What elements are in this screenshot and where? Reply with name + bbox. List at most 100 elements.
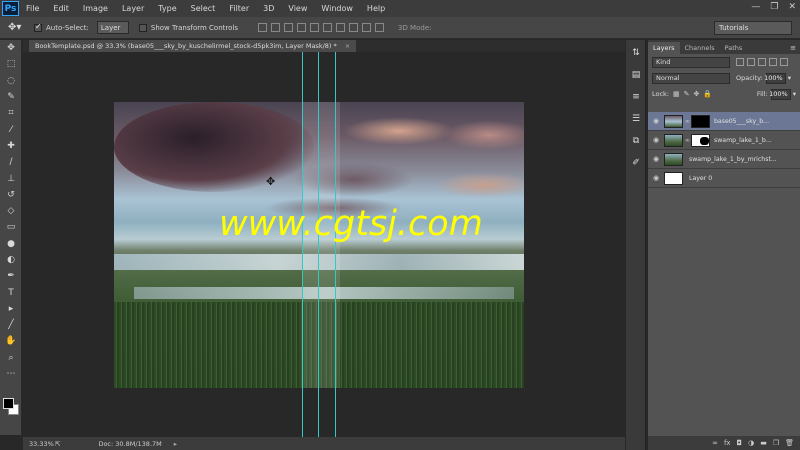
foreground-color-swatch[interactable] xyxy=(3,398,14,409)
menu-file[interactable]: File xyxy=(19,4,46,13)
tab-paths[interactable]: Paths xyxy=(720,42,748,54)
fx-icon[interactable]: fx xyxy=(724,439,731,447)
menu-view[interactable]: View xyxy=(281,4,314,13)
export-icon[interactable]: ⇱ xyxy=(55,440,60,448)
guide-line[interactable] xyxy=(318,52,319,437)
gradient-icon[interactable]: ▭ xyxy=(0,219,22,235)
type-icon[interactable]: T xyxy=(0,284,22,300)
hand-icon[interactable]: ✋ xyxy=(0,333,22,349)
eye-icon[interactable]: ◉ xyxy=(648,155,664,163)
history-panel-icon[interactable]: ⇅ xyxy=(626,44,646,62)
lock-all-icon[interactable]: 🔒 xyxy=(703,90,712,98)
adjustment-icon[interactable]: ◑ xyxy=(748,439,754,447)
align-left-icon[interactable] xyxy=(296,23,306,32)
adjustments-panel-icon[interactable]: ≡ xyxy=(626,88,646,106)
menu-image[interactable]: Image xyxy=(76,4,115,13)
menu-type[interactable]: Type xyxy=(151,4,183,13)
auto-select-dropdown[interactable]: Layer xyxy=(96,21,129,34)
canvas-area[interactable]: www.cgtsj.com ✥ xyxy=(23,52,625,437)
pen-icon[interactable]: ✒ xyxy=(0,268,22,284)
layer-mask-thumbnail[interactable] xyxy=(691,114,710,128)
auto-select-checkbox[interactable]: Auto-Select: xyxy=(34,22,89,32)
layer-row[interactable]: ◉ ∞ base05___sky_b... xyxy=(648,112,800,131)
tab-channels[interactable]: Channels xyxy=(680,42,720,54)
history-brush-icon[interactable]: ↺ xyxy=(0,187,22,203)
guide-line[interactable] xyxy=(335,52,336,437)
guide-line[interactable] xyxy=(302,52,303,437)
folder-icon[interactable]: ▬ xyxy=(760,439,767,447)
document-image[interactable] xyxy=(114,102,524,388)
eyedropper-icon[interactable]: ⁄ xyxy=(0,121,22,137)
line-icon[interactable]: ╱ xyxy=(0,317,22,333)
document-tab[interactable]: BookTemplate.psd @ 33.3% (base05___sky_b… xyxy=(29,40,357,52)
brush-icon[interactable]: ∕ xyxy=(0,154,22,170)
distribute-icon[interactable] xyxy=(348,23,358,32)
menu-help[interactable]: Help xyxy=(360,4,392,13)
opacity-input[interactable]: 100% xyxy=(764,72,786,84)
align-right-icon[interactable] xyxy=(322,23,332,32)
properties-panel-icon[interactable]: ☰ xyxy=(626,110,646,128)
smart-filter-icon[interactable] xyxy=(780,58,788,66)
workspace-dropdown[interactable]: Tutorials xyxy=(714,21,792,35)
eye-icon[interactable]: ◉ xyxy=(648,117,664,125)
clone-source-icon[interactable]: ⧉ xyxy=(626,132,646,150)
tab-layers[interactable]: Layers xyxy=(648,42,680,54)
crop-icon[interactable]: ⌗ xyxy=(0,105,22,121)
lock-pixels-icon[interactable]: ✎ xyxy=(684,90,690,98)
mask-icon[interactable]: ◘ xyxy=(737,439,743,447)
blend-mode-dropdown[interactable]: Normal xyxy=(652,72,730,84)
quick-select-icon[interactable]: ✎ xyxy=(0,89,22,105)
align-center-icon[interactable] xyxy=(309,23,319,32)
close-icon[interactable]: ✕ xyxy=(788,2,796,12)
eye-icon[interactable]: ◉ xyxy=(648,136,664,144)
status-menu-icon[interactable]: ▸ xyxy=(174,440,177,448)
eraser-icon[interactable]: ◇ xyxy=(0,203,22,219)
menu-filter[interactable]: Filter xyxy=(222,4,256,13)
distribute-icon[interactable] xyxy=(335,23,345,32)
chevron-down-icon[interactable]: ▾ xyxy=(793,90,796,98)
minimize-icon[interactable]: — xyxy=(751,2,760,12)
lock-position-icon[interactable]: ✥ xyxy=(694,90,700,98)
panel-menu-icon[interactable]: ≡ xyxy=(790,44,796,54)
actions-panel-icon[interactable]: ▤ xyxy=(626,66,646,84)
lock-transparent-icon[interactable]: ▦ xyxy=(673,90,680,98)
menu-3d[interactable]: 3D xyxy=(256,4,281,13)
move-icon[interactable]: ✥ xyxy=(0,40,22,56)
type-filter-icon[interactable] xyxy=(758,58,766,66)
layer-row[interactable]: ◉ ∞ swamp_lake_1_b... xyxy=(648,131,800,150)
new-layer-icon[interactable]: ❐ xyxy=(773,439,779,447)
menu-select[interactable]: Select xyxy=(184,4,223,13)
zoom-icon[interactable]: ⌕ xyxy=(0,350,22,366)
filter-kind-dropdown[interactable]: Kind xyxy=(652,56,730,68)
healing-icon[interactable]: ✚ xyxy=(0,138,22,154)
more-tools-icon[interactable]: ⋯ xyxy=(0,366,22,382)
align-top-icon[interactable] xyxy=(257,23,267,32)
close-tab-icon[interactable]: × xyxy=(345,42,350,50)
maximize-icon[interactable]: ❐ xyxy=(770,2,778,12)
lasso-icon[interactable]: ◌ xyxy=(0,73,22,89)
zoom-level[interactable]: 33.33% xyxy=(29,440,55,448)
blur-icon[interactable]: ● xyxy=(0,236,22,252)
menu-edit[interactable]: Edit xyxy=(46,4,76,13)
stamp-icon[interactable]: ⊥ xyxy=(0,170,22,186)
align-bottom-icon[interactable] xyxy=(283,23,293,32)
distribute-icon[interactable] xyxy=(361,23,371,32)
menu-window[interactable]: Window xyxy=(314,4,360,13)
marquee-icon[interactable]: ⬚ xyxy=(0,56,22,72)
layer-row[interactable]: ◉ swamp_lake_1_by_mrichst... xyxy=(648,150,800,169)
align-middle-icon[interactable] xyxy=(270,23,280,32)
eye-icon[interactable]: ◉ xyxy=(648,174,664,182)
adjustment-filter-icon[interactable] xyxy=(747,58,755,66)
distribute-icon[interactable] xyxy=(374,23,384,32)
layer-row[interactable]: ◉ Layer 0 xyxy=(648,169,800,188)
menu-layer[interactable]: Layer xyxy=(115,4,151,13)
link-icon[interactable]: ∞ xyxy=(712,439,718,447)
dodge-icon[interactable]: ◐ xyxy=(0,252,22,268)
pixel-filter-icon[interactable] xyxy=(736,58,744,66)
transform-controls-checkbox[interactable]: Show Transform Controls xyxy=(138,23,238,32)
fill-input[interactable]: 100% xyxy=(769,88,791,100)
move-tool-icon[interactable]: ✥▾ xyxy=(8,22,34,33)
brush-preset-icon[interactable]: ✐ xyxy=(626,154,646,172)
chevron-down-icon[interactable]: ▾ xyxy=(788,74,791,82)
layer-mask-thumbnail[interactable] xyxy=(691,133,710,147)
